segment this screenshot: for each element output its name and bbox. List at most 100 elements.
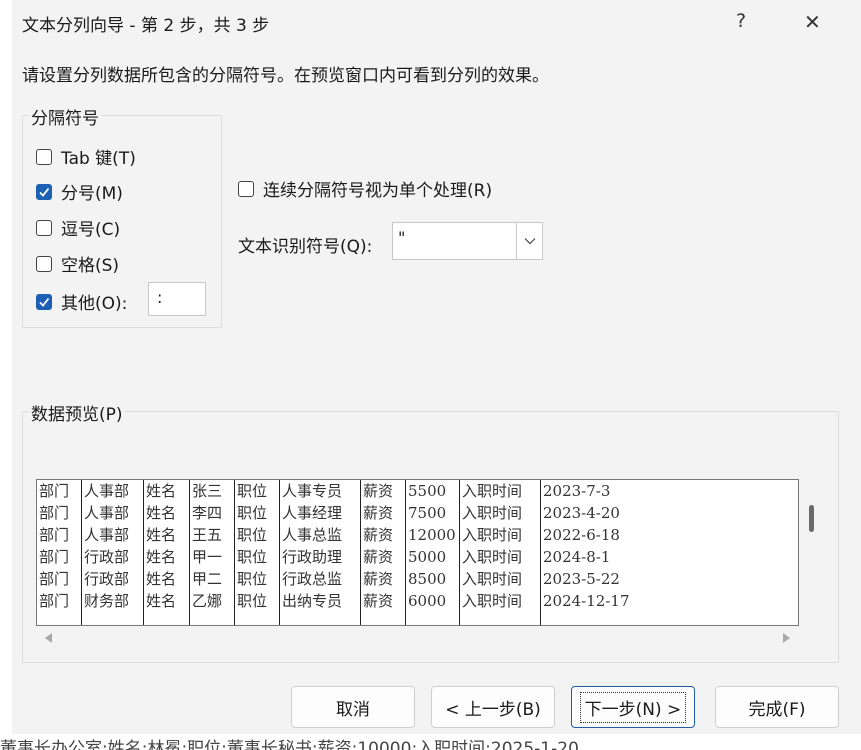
consecutive-delimiters-checkbox[interactable]: [238, 180, 254, 197]
preview-cell: [143, 612, 190, 625]
preview-cell: 人事部: [81, 524, 144, 546]
preview-cell: 行政总监: [279, 568, 361, 590]
text-qualifier-value: ": [398, 228, 406, 247]
preview-cell: 姓名: [143, 480, 190, 502]
text-qualifier-select[interactable]: ": [392, 222, 543, 260]
preview-cell: 入职时间: [459, 524, 541, 546]
preview-cell: 职位: [234, 524, 280, 546]
delimiters-group-label: 分隔符号: [29, 104, 101, 129]
preview-cell: 入职时间: [459, 502, 541, 524]
preview-row: 部门 行政部 姓名 甲二 职位 行政总监 薪资 8500 入职时间 2023-5-22: [37, 568, 650, 590]
tab-checkbox-row[interactable]: Tab 键(T): [36, 144, 136, 169]
semicolon-checkbox-row[interactable]: 分号(M): [36, 179, 123, 204]
preview-cell: 行政部: [81, 568, 144, 590]
consecutive-delimiters-label: 连续分隔符号视为单个处理(R): [263, 181, 493, 201]
preview-cell: 姓名: [143, 568, 190, 590]
preview-cell: 12000: [405, 524, 460, 546]
preview-cell: 姓名: [143, 546, 190, 568]
preview-cell: 姓名: [143, 502, 190, 524]
preview-table: 部门 人事部 姓名 张三 职位 人事专员 薪资 5500 入职时间 2023-7-3 部门 人事部 姓名…: [37, 480, 651, 625]
preview-cell: 2022-6-18: [543, 526, 620, 544]
preview-cell: 部门: [37, 590, 82, 612]
space-checkbox[interactable]: [36, 255, 52, 272]
preview-row: 部门 财务部 姓名 乙娜 职位 出纳专员 薪资 6000 入职时间 2024-12-17: [37, 590, 650, 612]
other-delimiter-input[interactable]: :: [148, 282, 206, 316]
preview-cell: 2024-12-17: [543, 592, 630, 610]
preview-cell: [541, 612, 651, 625]
preview-cell: 2023-5-22: [543, 570, 620, 588]
preview-cell: [360, 612, 406, 625]
scroll-right-icon[interactable]: [783, 633, 790, 643]
preview-cell: 行政助理: [279, 546, 361, 568]
preview-cell: 部门: [37, 524, 82, 546]
text-to-columns-dialog: 文本分列向导 - 第 2 步，共 3 步 ? ✕ 请设置分列数据所包含的分隔符号…: [12, 0, 861, 734]
preview-cell: 薪资: [360, 502, 406, 524]
tab-checkbox[interactable]: [36, 148, 52, 165]
preview-cell: 姓名: [143, 590, 190, 612]
preview-cell: 职位: [234, 480, 280, 502]
preview-cell: 李四: [189, 502, 235, 524]
title-bar: 文本分列向导 - 第 2 步，共 3 步 ? ✕: [12, 0, 861, 44]
preview-cell: 5000: [405, 546, 460, 568]
other-checkbox[interactable]: [36, 293, 52, 310]
preview-cell: [189, 612, 235, 625]
cancel-button[interactable]: 取消: [291, 686, 415, 728]
preview-cell: 乙娜: [189, 590, 235, 612]
comma-checkbox-row[interactable]: 逗号(C): [36, 215, 120, 240]
consecutive-delimiters-row[interactable]: 连续分隔符号视为单个处理(R): [238, 176, 492, 201]
preview-cell: 部门: [37, 568, 82, 590]
preview-cell: 姓名: [143, 524, 190, 546]
preview-cell: 甲二: [189, 568, 235, 590]
space-checkbox-label: 空格(S): [61, 256, 120, 276]
finish-button[interactable]: 完成(F): [715, 686, 839, 728]
other-checkbox-label: 其他(O):: [61, 294, 128, 314]
semicolon-checkbox-label: 分号(M): [61, 184, 123, 204]
data-preview-box[interactable]: 部门 人事部 姓名 张三 职位 人事专员 薪资 5500 入职时间 2023-7-3 部门 人事部 姓名…: [36, 479, 799, 626]
preview-row: 部门 人事部 姓名 李四 职位 人事经理 薪资 7500 入职时间 2023-4-20: [37, 502, 650, 524]
preview-cell: 职位: [234, 546, 280, 568]
other-checkbox-row[interactable]: 其他(O):: [36, 289, 127, 314]
preview-cell: [81, 612, 144, 625]
preview-cell: 人事经理: [279, 502, 361, 524]
preview-cell: 入职时间: [459, 546, 541, 568]
close-button[interactable]: ✕: [804, 10, 821, 34]
preview-row: 部门 人事部 姓名 张三 职位 人事专员 薪资 5500 入职时间 2023-7-3: [37, 480, 650, 502]
preview-cell: 2023-7-3: [543, 482, 611, 500]
preview-vertical-scrollbar[interactable]: [809, 505, 814, 532]
semicolon-checkbox[interactable]: [36, 183, 52, 200]
preview-cell: 职位: [234, 568, 280, 590]
comma-checkbox[interactable]: [36, 219, 52, 236]
preview-cell: 人事部: [81, 480, 144, 502]
back-button[interactable]: < 上一步(B): [431, 686, 555, 728]
help-button[interactable]: ?: [736, 10, 746, 32]
preview-cell: [279, 612, 361, 625]
preview-cell: 薪资: [360, 480, 406, 502]
preview-cell: 入职时间: [459, 590, 541, 612]
background-sheet-text: 董事长办公室;姓名:林冕;职位:董事长秘书;薪资:10000;入职时间:2025…: [0, 734, 861, 750]
space-checkbox-row[interactable]: 空格(S): [36, 251, 119, 276]
preview-cell: 职位: [234, 502, 280, 524]
comma-checkbox-label: 逗号(C): [61, 220, 121, 240]
preview-cell: 王五: [189, 524, 235, 546]
text-qualifier-label: 文本识别符号(Q):: [238, 237, 373, 257]
next-button[interactable]: 下一步(N) >: [571, 686, 695, 728]
preview-cell: 7500: [405, 502, 460, 524]
preview-cell: [405, 612, 460, 625]
preview-cell: [459, 612, 541, 625]
preview-cell: 甲一: [189, 546, 235, 568]
instruction-text: 请设置分列数据所包含的分隔符号。在预览窗口内可看到分列的效果。: [22, 66, 549, 86]
preview-cell: 财务部: [81, 590, 144, 612]
chevron-down-icon[interactable]: [516, 223, 542, 259]
data-preview-label: 数据预览(P): [29, 400, 125, 425]
preview-row-empty: [37, 612, 651, 625]
preview-row: 部门 行政部 姓名 甲一 职位 行政助理 薪资 5000 入职时间 2024-8-1: [37, 546, 650, 568]
preview-cell: 薪资: [360, 524, 406, 546]
tab-checkbox-label: Tab 键(T): [61, 149, 136, 169]
dialog-title: 文本分列向导 - 第 2 步，共 3 步: [22, 16, 270, 36]
preview-cell: 职位: [234, 590, 280, 612]
preview-cell: 部门: [37, 546, 82, 568]
preview-cell: 人事专员: [279, 480, 361, 502]
preview-cell: 6000: [405, 590, 460, 612]
scroll-left-icon[interactable]: [45, 633, 52, 643]
preview-cell: 人事总监: [279, 524, 361, 546]
